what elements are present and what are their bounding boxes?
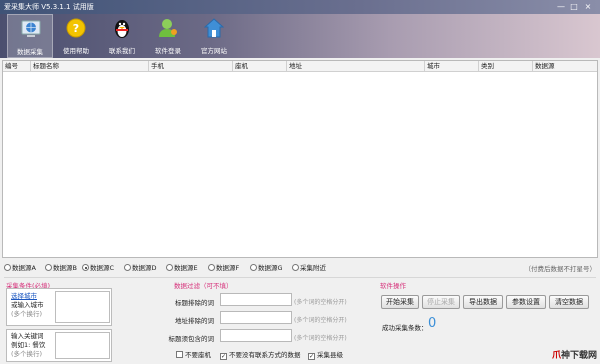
radio-source-d[interactable]: 数据源D — [124, 263, 157, 273]
checkbox-require-contact[interactable]: ✓ 不要没有联系方式的数据 — [220, 350, 301, 360]
minimize-button[interactable]: — — [556, 2, 566, 12]
table-header: 编号 标题名称 手机 座机 地址 城市 类别 数据源 — [3, 61, 597, 72]
radio-source-b[interactable]: 数据源B — [45, 263, 77, 273]
toolbar-label: 数据采集 — [17, 48, 43, 56]
city-label: 或输入城市 — [11, 301, 44, 309]
radio-source-c[interactable]: 数据源C — [82, 263, 114, 273]
svg-text:?: ? — [73, 22, 79, 35]
address-exclude-input[interactable] — [220, 311, 292, 324]
radio-source-f[interactable]: 数据源F — [208, 263, 239, 273]
filter-label: 标题排除的词 — [175, 299, 214, 307]
maximize-button[interactable]: □ — [569, 2, 579, 12]
success-count-value: 0 — [428, 316, 437, 331]
toolbar-data-collect[interactable]: 数据采集 — [7, 14, 53, 58]
toolbar-contact[interactable]: 联系我们 — [99, 14, 145, 58]
radio-dot — [82, 264, 89, 271]
city-input[interactable] — [55, 291, 110, 323]
toolbar-login[interactable]: 软件登录 — [145, 14, 191, 58]
column-phone[interactable]: 座机 — [233, 61, 287, 72]
column-title[interactable]: 标题名称 — [31, 61, 149, 72]
checkbox-no-landline[interactable]: 不要座机 — [176, 350, 211, 360]
divider — [4, 277, 596, 278]
keyword-label: 输入关键词 — [11, 332, 44, 340]
radio-dot — [45, 264, 52, 271]
source-hint: （付费后数据不打星号） — [524, 265, 597, 273]
toolbar-help[interactable]: ? 使用帮助 — [53, 14, 99, 58]
filter-label: 地址排除的词 — [175, 317, 214, 325]
checkbox-county-level[interactable]: ✓ 采集县级 — [308, 350, 343, 360]
keyword-example: 例如1: 餐饮 — [11, 341, 46, 349]
filter-hint: (多个词的空格分开) — [294, 317, 347, 324]
city-hint: (多个换行) — [11, 310, 43, 318]
column-id[interactable]: 编号 — [3, 61, 31, 72]
column-city[interactable]: 城市 — [425, 61, 479, 72]
radio-dot — [124, 264, 131, 271]
toolbar-label: 官方网站 — [201, 47, 227, 55]
title-bar: 爱采集大师 V5.3.1.1 试用版 — □ × — [0, 0, 600, 14]
toolbar-website[interactable]: 官方网站 — [191, 14, 237, 58]
keyword-input[interactable] — [55, 332, 110, 359]
radio-dot — [166, 264, 173, 271]
checkbox-box — [176, 351, 183, 358]
export-data-button[interactable]: 导出数据 — [463, 295, 503, 309]
check-icon: ✓ — [220, 353, 227, 360]
city-section: 选择城市 或输入城市 (多个换行) — [6, 288, 112, 326]
home-icon — [203, 17, 225, 39]
data-source-selector: 数据源A 数据源B 数据源C 数据源D 数据源E 数据源F 数据源G 采集附近 — [4, 263, 596, 273]
clear-data-button[interactable]: 清空数据 — [549, 295, 589, 309]
radio-dot — [250, 264, 257, 271]
column-address[interactable]: 地址 — [287, 61, 425, 72]
help-icon: ? — [66, 17, 86, 39]
filter-title: 数据过滤（可不填） — [174, 282, 233, 290]
start-collect-button[interactable]: 开始采集 — [381, 295, 419, 309]
radio-source-a[interactable]: 数据源A — [4, 263, 36, 273]
filter-hint: (多个词的空格分开) — [294, 299, 347, 306]
window-title: 爱采集大师 V5.3.1.1 试用版 — [4, 3, 94, 11]
toolbar-label: 使用帮助 — [63, 47, 89, 55]
user-icon — [158, 17, 178, 39]
operations-title: 软件操作 — [380, 282, 406, 290]
filter-hint: (多个词的空格分开) — [294, 335, 347, 342]
success-count-label: 成功采集条数： — [382, 324, 428, 332]
globe-icon — [21, 18, 41, 40]
results-table[interactable]: 编号 标题名称 手机 座机 地址 城市 类别 数据源 — [2, 60, 598, 258]
site-watermark: 爪神下载网 — [552, 351, 598, 361]
column-mobile[interactable]: 手机 — [149, 61, 233, 72]
toolbar-label: 软件登录 — [155, 47, 181, 55]
radio-source-g[interactable]: 数据源G — [250, 263, 283, 273]
filter-label: 标题须包含的词 — [168, 335, 215, 343]
close-button[interactable]: × — [583, 2, 593, 12]
toolbar-label: 联系我们 — [109, 47, 135, 55]
column-category[interactable]: 类别 — [479, 61, 533, 72]
keyword-section: 输入关键词 例如1: 餐饮 (多个换行) — [6, 329, 112, 362]
qq-penguin-icon — [112, 17, 132, 39]
check-icon: ✓ — [308, 353, 315, 360]
radio-dot — [208, 264, 215, 271]
title-include-input[interactable] — [220, 329, 292, 342]
main-toolbar: 数据采集 ? 使用帮助 联系我们 软件登录 官方网站 — [0, 14, 600, 58]
select-city-link[interactable]: 选择城市 — [11, 292, 37, 300]
settings-button[interactable]: 参数设置 — [506, 295, 546, 309]
title-exclude-input[interactable] — [220, 293, 292, 306]
stop-collect-button[interactable]: 停止采集 — [422, 295, 460, 309]
keyword-hint: (多个换行) — [11, 350, 43, 358]
radio-source-e[interactable]: 数据源E — [166, 263, 198, 273]
column-source[interactable]: 数据源 — [533, 61, 599, 72]
radio-dot — [4, 264, 11, 271]
radio-collect-nearby[interactable]: 采集附近 — [292, 263, 326, 273]
radio-dot — [292, 264, 299, 271]
